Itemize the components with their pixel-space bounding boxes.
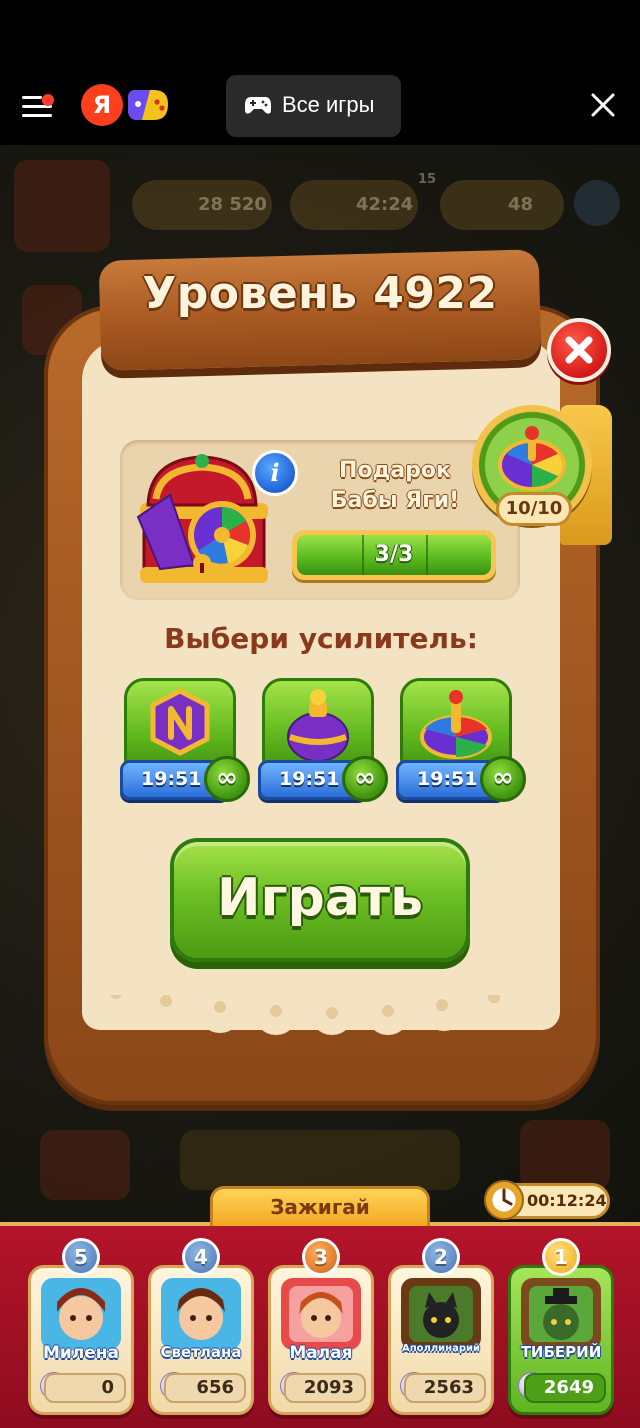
level-title: Уровень 4922 (142, 268, 498, 319)
wheel-count: 10/10 (496, 492, 572, 526)
close-icon[interactable] (588, 90, 618, 120)
play-button-label: Играть (216, 868, 424, 928)
play-button[interactable]: Играть (170, 838, 470, 962)
infinity-badge: ∞ (204, 756, 250, 802)
bg-coins-value: 28 520 (198, 194, 267, 215)
bg-gear-icon (574, 180, 620, 226)
avatar (521, 1278, 601, 1350)
rank-badge: 2 (422, 1238, 460, 1276)
progress-text: 3/3 (374, 542, 414, 567)
gift-title: Подарок Бабы Яги! (300, 456, 490, 516)
booster-slot-1[interactable]: 19:51 ∞ (120, 678, 250, 802)
player-score: 2563 (404, 1373, 486, 1403)
yandex-games-logo[interactable] (124, 84, 172, 126)
player-name: ТИБЕРИЙ (520, 1343, 602, 1361)
player-score: 2649 (524, 1373, 606, 1403)
bg-tile (180, 1130, 460, 1190)
gift-title-line1: Подарок (339, 458, 451, 483)
infinity-badge: ∞ (342, 756, 388, 802)
avatar (401, 1278, 481, 1350)
player-name: Малая (289, 1343, 353, 1363)
rank-badge: 3 (302, 1238, 340, 1276)
gift-title-line2: Бабы Яги! (330, 488, 460, 513)
yandex-logo[interactable]: Я (81, 84, 123, 126)
player-name: Аполлинарий (401, 1343, 480, 1354)
bg-tile (40, 1130, 130, 1200)
gamepad-icon (245, 97, 271, 114)
rank-badge: 4 (182, 1238, 220, 1276)
bg-stars-pill (440, 180, 564, 230)
avatar (161, 1278, 241, 1350)
bg-lives-value: 42:24 (356, 194, 414, 215)
booster-slot-3[interactable]: 19:51 ∞ (396, 678, 526, 802)
choose-booster-title: Выбери усилитель: (164, 622, 478, 655)
scalloped-edge (92, 995, 552, 1035)
booster-slot-2[interactable]: 19:51 ∞ (258, 678, 388, 802)
notification-dot (42, 94, 54, 106)
bg-stars-value: 48 (508, 194, 534, 215)
player-score: 2093 (284, 1373, 366, 1403)
avatar (281, 1278, 361, 1350)
all-games-label: Все игры (282, 92, 375, 117)
gift-info-button[interactable]: i (252, 450, 298, 496)
bg-tile (520, 1120, 610, 1190)
player-score: 0 (44, 1373, 126, 1403)
dialog-close-button[interactable] (547, 318, 611, 382)
bg-lives-badge: 15 (418, 172, 437, 187)
player-name: Светлана (160, 1343, 242, 1361)
infinity-badge: ∞ (480, 756, 526, 802)
avatar (41, 1278, 121, 1350)
browser-top-bar: Я Все игры (0, 0, 640, 145)
clock-icon (484, 1180, 524, 1220)
close-icon (565, 336, 593, 364)
player-score: 656 (164, 1373, 246, 1403)
all-games-button[interactable]: Все игры (226, 75, 401, 137)
gift-progress-bar: 3/3 (292, 530, 496, 580)
player-name: Милена (42, 1343, 120, 1363)
progress-track: 3/3 (297, 535, 491, 575)
rank-badge: 1 (542, 1238, 580, 1276)
leaderboard-tab[interactable]: Зажигай (210, 1186, 430, 1226)
bg-avatar-frame (14, 160, 110, 252)
rank-badge: 5 (62, 1238, 100, 1276)
